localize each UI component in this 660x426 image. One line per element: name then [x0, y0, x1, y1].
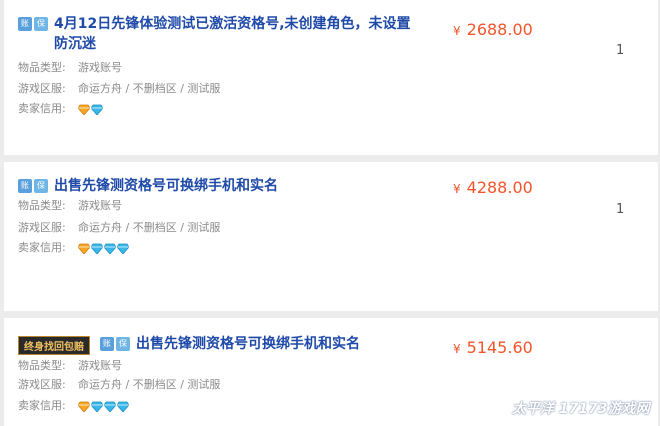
- listing-card-2[interactable]: 账 保 出售先锋测资格号可换绑手机和实名 物品类型: 游戏账号 游戏区服: 命运方舟…: [4, 162, 658, 311]
- watermark: 太平洋 17173游戏网: [512, 401, 650, 417]
- blue-diamond-icon: [91, 401, 103, 412]
- item-type-label: 物品类型:: [18, 199, 66, 212]
- price: ¥4288.00: [453, 178, 533, 197]
- server-label: 游戏区服:: [18, 378, 66, 391]
- price: ¥5145.60: [453, 338, 533, 357]
- blue-diamond-icon: [117, 401, 129, 412]
- blue-diamond-icon: [91, 243, 103, 254]
- listing-title[interactable]: 出售先锋测资格号可换绑手机和实名: [54, 176, 278, 196]
- listing-title[interactable]: 4月12日先锋体验测试已激活资格号,未创建角色，未设置防沉迷: [54, 14, 418, 54]
- server-value: 命运方舟 / 不删档区 / 测试服: [78, 378, 221, 391]
- credit-row: 卖家信用:: [18, 398, 129, 414]
- credit-diamonds: [78, 104, 103, 115]
- quantity: 1: [616, 202, 625, 217]
- credit-diamonds: [78, 243, 129, 254]
- item-type-value: 游戏账号: [78, 199, 122, 212]
- orange-diamond-icon: [78, 104, 90, 115]
- guarantee-badge-icon: 保: [116, 337, 130, 351]
- price-value: 4288.00: [466, 178, 533, 197]
- price: ¥2688.00: [453, 20, 533, 39]
- listing-title-row: 终身找回包赔 账 保 出售先锋测资格号可换绑手机和实名: [18, 334, 360, 355]
- account-badge-icon: 账: [100, 337, 114, 351]
- item-type-label: 物品类型:: [18, 61, 66, 74]
- listing-title-row: 账 保 4月12日先锋体验测试已激活资格号,未创建角色，未设置防沉迷: [18, 14, 418, 54]
- item-type-label: 物品类型:: [18, 359, 66, 372]
- blue-diamond-icon: [117, 243, 129, 254]
- credit-label: 卖家信用:: [18, 399, 66, 412]
- orange-diamond-icon: [78, 401, 90, 412]
- credit-row: 卖家信用:: [18, 101, 103, 117]
- credit-label: 卖家信用:: [18, 241, 66, 254]
- server-value: 命运方舟 / 不删档区 / 测试服: [78, 82, 221, 95]
- credit-row: 卖家信用:: [18, 240, 129, 256]
- listing-card-1[interactable]: 账 保 4月12日先锋体验测试已激活资格号,未创建角色，未设置防沉迷 物品类型:…: [4, 0, 658, 155]
- server-label: 游戏区服:: [18, 221, 66, 234]
- credit-label: 卖家信用:: [18, 102, 66, 115]
- item-type-value: 游戏账号: [78, 359, 122, 372]
- price-value: 2688.00: [466, 20, 533, 39]
- listing-title-row: 账 保 出售先锋测资格号可换绑手机和实名: [18, 176, 278, 196]
- listing-title[interactable]: 出售先锋测资格号可换绑手机和实名: [136, 334, 360, 354]
- item-type-row: 物品类型: 游戏账号: [18, 358, 122, 374]
- server-value: 命运方舟 / 不删档区 / 测试服: [78, 221, 221, 234]
- guarantee-badge-icon: 保: [34, 17, 48, 31]
- blue-diamond-icon: [104, 401, 116, 412]
- account-badge-icon: 账: [18, 179, 32, 193]
- account-badge-icon: 账: [18, 17, 32, 31]
- guarantee-badge-icon: 保: [34, 179, 48, 193]
- orange-diamond-icon: [78, 243, 90, 254]
- credit-diamonds: [78, 401, 129, 412]
- server-label: 游戏区服:: [18, 82, 66, 95]
- server-row: 游戏区服: 命运方舟 / 不删档区 / 测试服: [18, 220, 220, 236]
- server-row: 游戏区服: 命运方舟 / 不删档区 / 测试服: [18, 377, 220, 393]
- blue-diamond-icon: [104, 243, 116, 254]
- currency-symbol: ¥: [453, 24, 461, 38]
- item-type-value: 游戏账号: [78, 61, 122, 74]
- lifetime-guarantee-badge: 终身找回包赔: [18, 336, 90, 355]
- item-type-row: 物品类型: 游戏账号: [18, 198, 122, 214]
- quantity: 1: [616, 43, 625, 58]
- blue-diamond-icon: [91, 104, 103, 115]
- server-row: 游戏区服: 命运方舟 / 不删档区 / 测试服: [18, 81, 220, 97]
- price-value: 5145.60: [466, 338, 533, 357]
- currency-symbol: ¥: [453, 182, 461, 196]
- currency-symbol: ¥: [453, 342, 461, 356]
- item-type-row: 物品类型: 游戏账号: [18, 60, 122, 76]
